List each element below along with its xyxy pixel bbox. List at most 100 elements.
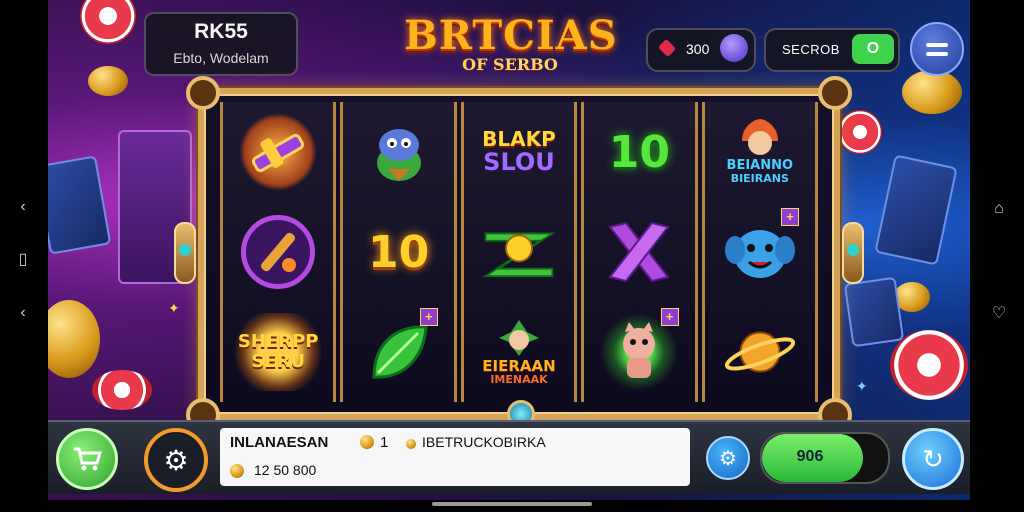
reels-grid: SHERPP SERU 10 + BLAKP SLOU EIERAAN IMEN… bbox=[218, 102, 820, 402]
reel-cell bbox=[464, 202, 574, 302]
gems-counter[interactable]: 300 bbox=[646, 28, 756, 72]
reel-4: 10 + bbox=[581, 102, 698, 402]
reel-cell: + bbox=[705, 202, 815, 302]
playing-card-icon bbox=[843, 276, 905, 348]
symbol-label: BIEIRANS bbox=[730, 172, 789, 185]
green-gold-coin-icon bbox=[480, 213, 558, 291]
cog-icon: ⚙ bbox=[719, 447, 737, 470]
symbol-label: BLAKP bbox=[482, 127, 556, 151]
bet-info-panel: INLANAESAN 1 IBETRUCKOBIRKA 12 50 800 bbox=[220, 428, 690, 486]
casino-chip-icon bbox=[838, 110, 882, 154]
sparkle-icon: ✦ bbox=[856, 378, 868, 394]
symbol-ten: 10 bbox=[367, 226, 430, 278]
gems-value: 300 bbox=[686, 41, 710, 57]
symbol-ten: 10 bbox=[608, 126, 670, 178]
menu-button[interactable] bbox=[910, 22, 964, 76]
reel-cell: EIERAAN IMENAAK bbox=[464, 302, 574, 402]
heart-icon[interactable]: ♡ bbox=[988, 302, 1010, 324]
symbol-label: SHERPP bbox=[237, 331, 319, 352]
info-right-value: IBETRUCKOBIRKA bbox=[422, 434, 546, 450]
reel-3: BLAKP SLOU EIERAAN IMENAAK bbox=[460, 102, 578, 402]
settings-button[interactable]: ⚙ bbox=[144, 428, 208, 492]
coin-icon bbox=[230, 464, 244, 478]
casino-chip-icon bbox=[92, 370, 152, 410]
share-icon[interactable]: ‹ bbox=[12, 302, 34, 324]
playing-card-icon bbox=[874, 154, 958, 266]
autoplay-settings-button[interactable]: ⚙ bbox=[706, 436, 750, 480]
info-title: INLANAESAN bbox=[230, 434, 329, 451]
bet-amount-slider[interactable]: 906 bbox=[760, 432, 890, 484]
game-logo: BRTCIAS OF SERBO bbox=[404, 12, 618, 92]
slot-machine-icon bbox=[48, 155, 112, 255]
frame-side-ornament bbox=[174, 222, 196, 284]
home-icon[interactable]: ⌂ bbox=[988, 198, 1010, 220]
fairy-icon: BEIANNO BIEIRANS bbox=[710, 113, 810, 191]
spin-icon: ↻ bbox=[922, 443, 944, 474]
secure-label: SECROB bbox=[782, 42, 840, 57]
spin-button[interactable]: ↻ bbox=[902, 428, 964, 490]
menu-line bbox=[926, 42, 948, 47]
coin-icon bbox=[48, 300, 100, 378]
symbol-label: EIERAAN bbox=[482, 357, 556, 375]
bet-amount-value: 906 bbox=[796, 448, 824, 465]
balance-label: Ebto, Wodelam bbox=[173, 50, 269, 66]
reel-cell: + bbox=[584, 302, 694, 402]
purple-orb-icon bbox=[720, 34, 748, 62]
symbol-label: SERU bbox=[251, 351, 306, 372]
plus-badge: + bbox=[660, 308, 679, 326]
reel-cell bbox=[343, 102, 453, 202]
symbol-label: SLOU bbox=[483, 148, 555, 176]
reel-cell bbox=[705, 302, 815, 402]
plus-badge: + bbox=[419, 308, 438, 326]
plus-badge: + bbox=[781, 208, 799, 226]
sword-gem-icon bbox=[239, 113, 318, 191]
gear-icon: ⚙ bbox=[163, 444, 189, 476]
blue-creature-icon bbox=[360, 113, 438, 191]
logo-title: BRTCIAS bbox=[404, 12, 618, 59]
reel-2: 10 + bbox=[340, 102, 457, 402]
recents-icon[interactable]: ▯ bbox=[12, 248, 34, 270]
system-nav-right: ⌂ ♡ bbox=[976, 0, 1024, 512]
casino-chip-icon bbox=[890, 330, 968, 400]
coin-icon bbox=[88, 66, 128, 96]
casino-chip-icon bbox=[80, 0, 136, 44]
system-nav-left: ‹ ▯ ‹ bbox=[0, 0, 48, 512]
reel-cell bbox=[223, 202, 333, 302]
menu-line bbox=[926, 51, 948, 56]
reel-cell: BLAKP SLOU bbox=[464, 102, 574, 202]
reel-cell bbox=[223, 102, 333, 202]
gold-planet-icon bbox=[721, 313, 799, 391]
secure-button[interactable]: O bbox=[852, 34, 894, 64]
info-count-value: 1 bbox=[380, 434, 389, 451]
frame-side-ornament bbox=[842, 222, 864, 284]
info-count: 1 bbox=[360, 434, 388, 451]
info-amount: 12 50 800 bbox=[254, 462, 317, 478]
shop-cart-button[interactable] bbox=[56, 428, 118, 490]
symbol-label: IMENAAK bbox=[490, 373, 548, 386]
reels-frame: SHERPP SERU 10 + BLAKP SLOU EIERAAN IMEN… bbox=[174, 76, 864, 432]
info-right: IBETRUCKOBIRKA bbox=[406, 434, 546, 450]
balance-panel[interactable]: RK55 Ebto, Wodelam bbox=[144, 12, 298, 76]
secure-panel: SECROB O bbox=[764, 28, 900, 72]
reel-5: BEIANNO BIEIRANS + bbox=[701, 102, 818, 402]
reel-cell: 10 bbox=[584, 102, 694, 202]
bottom-control-bar: ⚙ INLANAESAN 1 IBETRUCKOBIRKA 12 50 800 … bbox=[48, 420, 970, 494]
reel-1: SHERPP SERU bbox=[220, 102, 337, 402]
frame-corner-ornament bbox=[186, 76, 220, 110]
reel-cell: 10 bbox=[343, 202, 453, 302]
reel-cell: BEIANNO BIEIRANS bbox=[705, 102, 815, 202]
balance-amount: RK55 bbox=[194, 20, 248, 43]
coin-icon bbox=[406, 439, 416, 449]
gesture-home-bar[interactable] bbox=[432, 502, 592, 506]
back-icon[interactable]: ‹ bbox=[12, 196, 34, 218]
purple-x-icon bbox=[600, 213, 678, 291]
coin-icon bbox=[360, 435, 374, 449]
cart-icon bbox=[74, 447, 102, 471]
ruby-icon bbox=[657, 38, 677, 58]
reel-cell: SHERPP SERU bbox=[223, 302, 333, 402]
coin-icon bbox=[902, 70, 962, 114]
reel-cell: + bbox=[343, 302, 453, 402]
symbol-label: BEIANNO bbox=[726, 158, 794, 173]
blakp-slou-symbol: BLAKP SLOU bbox=[469, 113, 569, 191]
purple-sword-shield-icon bbox=[241, 215, 316, 289]
